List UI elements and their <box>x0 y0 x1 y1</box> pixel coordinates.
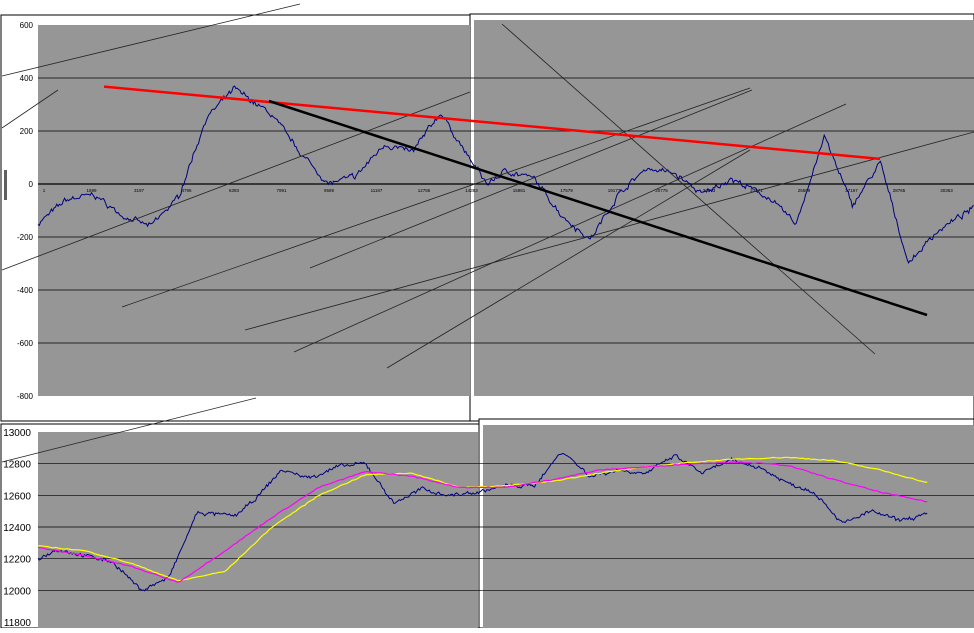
x-tick-label-top-16: 25569 <box>798 188 811 193</box>
plot-area-top-left <box>38 25 470 396</box>
chart-workspace: 600 400 200 0 -200 -400 -600 -800 1 1599 3197 4795 6… <box>0 0 974 629</box>
x-tick-label-top-8: 12785 <box>418 188 431 193</box>
plot-area-bottom-left <box>38 432 478 628</box>
y-tick-label-bottom-4: 12200 <box>3 555 31 566</box>
y-tick-label-top-5: -400 <box>17 286 34 295</box>
x-tick-label-top-5: 7991 <box>276 188 287 193</box>
y-tick-label-top-0: 600 <box>20 21 34 30</box>
x-tick-label-top-18: 28765 <box>893 188 906 193</box>
x-tick-label-top-19: 30363 <box>940 188 953 193</box>
y-tick-label-top-1: 400 <box>20 74 34 83</box>
y-tick-label-top-6: -600 <box>17 339 34 348</box>
x-tick-label-top-3: 4795 <box>181 188 192 193</box>
y-tick-label-bottom-5: 12000 <box>3 586 31 597</box>
x-tick-label-top-7: 11187 <box>371 188 383 193</box>
x-tick-label-top-10: 15981 <box>513 188 526 193</box>
x-tick-label-top-6: 9589 <box>324 188 335 193</box>
x-tick-label-top-2: 3197 <box>134 188 145 193</box>
y-tick-label-bottom-2: 12600 <box>3 491 31 502</box>
x-tick-label-top-11: 17579 <box>560 188 573 193</box>
window-frames <box>0 13 974 629</box>
x-tick-label-top-9: 14383 <box>465 188 478 193</box>
y-tick-label-bottom-3: 12400 <box>3 523 31 534</box>
plot-area-bottom-right <box>483 425 974 628</box>
x-tick-label-top-4: 6393 <box>229 188 240 193</box>
left-scroll-edge <box>4 170 7 200</box>
y-tick-label-top-2: 200 <box>20 127 34 136</box>
y-tick-label-bottom-1: 12800 <box>3 460 31 471</box>
chart-canvas: 6004002000-200-400-600-8001 1599 3197 4795 6… <box>0 3 974 629</box>
y-tick-label-top-3: 0 <box>29 180 34 189</box>
y-tick-label-top-7: -800 <box>17 392 34 401</box>
y-tick-label-bottom-0: 13000 <box>3 428 31 439</box>
plot-area-top-right <box>474 20 974 396</box>
y-tick-label-bottom-6: 11800 <box>4 618 32 628</box>
y-tick-label-top-4: -200 <box>17 233 34 242</box>
